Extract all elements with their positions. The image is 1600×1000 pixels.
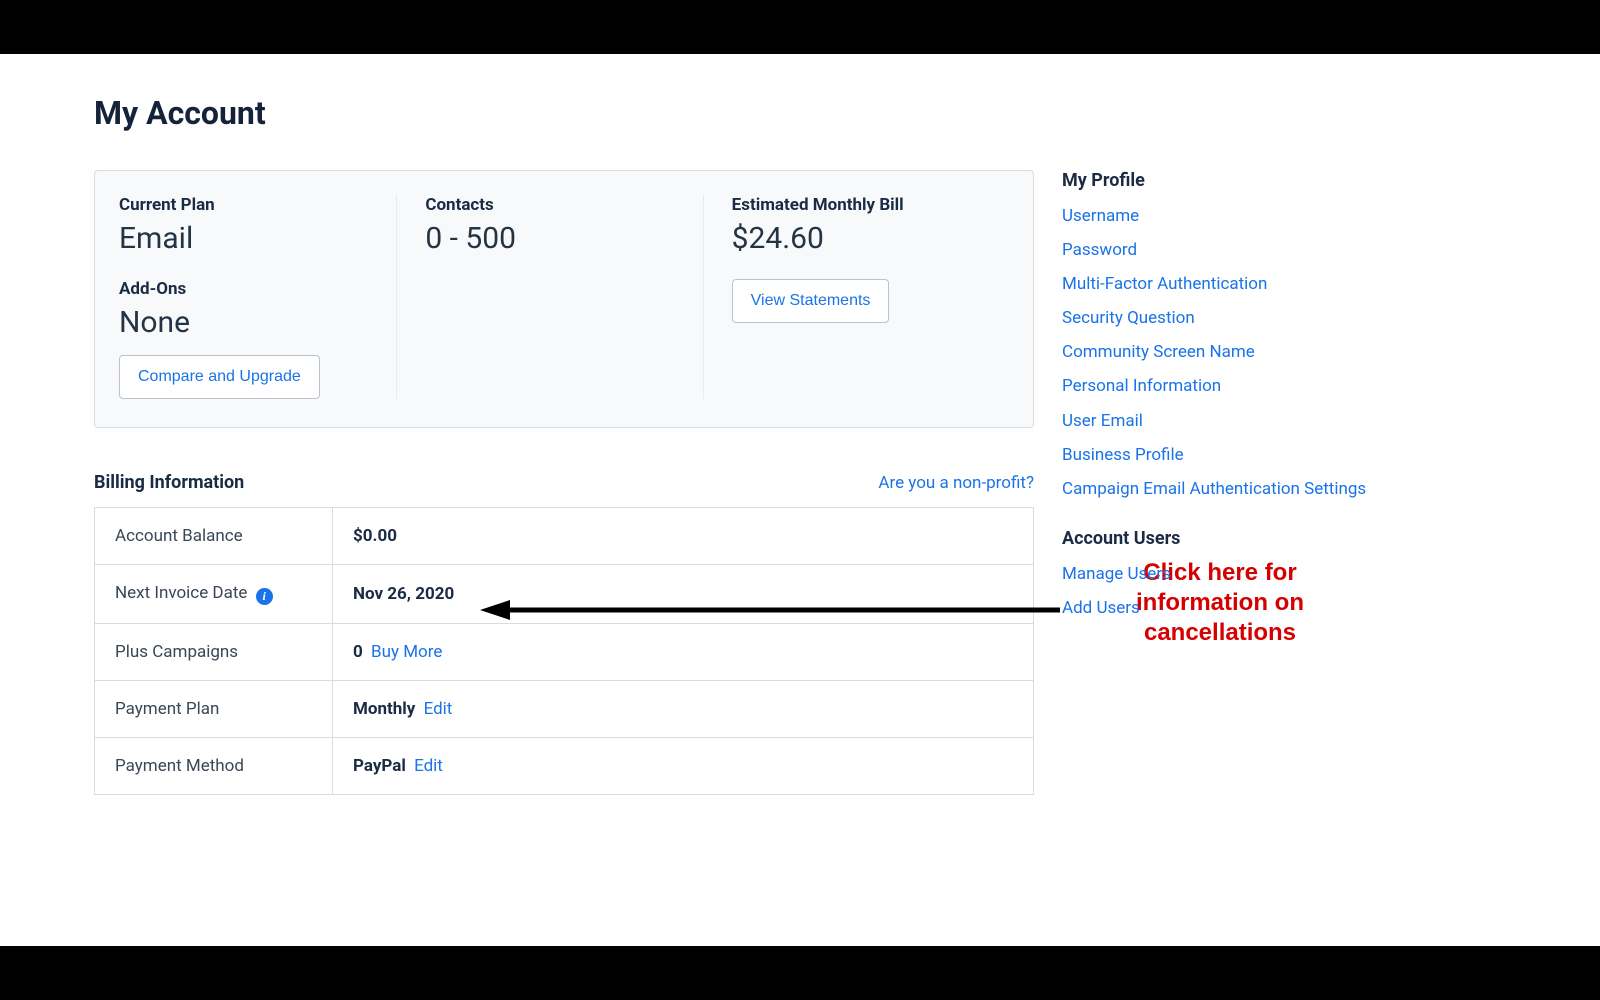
side-column: My Profile Username Password Multi-Facto… [1062, 170, 1506, 647]
link-security-question[interactable]: Security Question [1062, 307, 1506, 329]
users-heading: Account Users [1062, 528, 1506, 549]
profile-links: Username Password Multi-Factor Authentic… [1062, 205, 1506, 500]
link-mfa[interactable]: Multi-Factor Authentication [1062, 273, 1506, 295]
payment-plan-edit-link[interactable]: Edit [424, 699, 453, 719]
billing-heading: Billing Information [94, 472, 244, 493]
compare-upgrade-button[interactable]: Compare and Upgrade [119, 355, 320, 399]
row-payment-method: Payment Method PayPal Edit [95, 738, 1034, 795]
plus-campaigns-label: Plus Campaigns [95, 624, 333, 681]
row-account-balance: Account Balance $0.00 [95, 508, 1034, 565]
profile-section: My Profile Username Password Multi-Facto… [1062, 170, 1506, 500]
page-container: My Account Current Plan Email Add-Ons No… [0, 54, 1600, 946]
link-username[interactable]: Username [1062, 205, 1506, 227]
current-plan-label: Current Plan [119, 195, 376, 215]
row-plus-campaigns: Plus Campaigns 0 Buy More [95, 624, 1034, 681]
row-next-invoice: Next Invoice Date i Nov 26, 2020 [95, 565, 1034, 624]
link-manage-users[interactable]: Manage Users [1062, 563, 1506, 585]
payment-plan-label: Payment Plan [95, 681, 333, 738]
billing-table: Account Balance $0.00 Next Invoice Date … [94, 507, 1034, 795]
main-column: Current Plan Email Add-Ons None Compare … [94, 170, 1034, 795]
view-statements-button[interactable]: View Statements [732, 279, 890, 323]
link-password[interactable]: Password [1062, 239, 1506, 261]
contacts-col: Contacts 0 - 500 [396, 195, 702, 399]
addons-value: None [119, 305, 376, 341]
bill-col: Estimated Monthly Bill $24.60 View State… [703, 195, 1009, 399]
link-screen-name[interactable]: Community Screen Name [1062, 341, 1506, 363]
users-section: Account Users Manage Users Add Users [1062, 528, 1506, 619]
link-user-email[interactable]: User Email [1062, 410, 1506, 432]
bill-label: Estimated Monthly Bill [732, 195, 989, 215]
account-balance-label: Account Balance [95, 508, 333, 565]
account-balance-value: $0.00 [333, 508, 1034, 565]
payment-method-edit-link[interactable]: Edit [414, 756, 443, 776]
next-invoice-value: Nov 26, 2020 [333, 565, 1034, 624]
link-campaign-auth[interactable]: Campaign Email Authentication Settings [1062, 478, 1506, 500]
profile-heading: My Profile [1062, 170, 1506, 191]
payment-method-label: Payment Method [95, 738, 333, 795]
contacts-value: 0 - 500 [425, 221, 682, 257]
plan-col: Current Plan Email Add-Ons None Compare … [119, 195, 396, 399]
plus-campaigns-value: 0 [353, 642, 363, 662]
plus-campaigns-value-cell: 0 Buy More [333, 624, 1034, 681]
letterbox-bottom [0, 946, 1600, 1000]
buy-more-link[interactable]: Buy More [371, 642, 442, 662]
columns: Current Plan Email Add-Ons None Compare … [94, 170, 1506, 795]
payment-plan-value-cell: Monthly Edit [333, 681, 1034, 738]
bill-value: $24.60 [732, 221, 989, 257]
users-links: Manage Users Add Users [1062, 563, 1506, 619]
link-personal-info[interactable]: Personal Information [1062, 375, 1506, 397]
addons-label: Add-Ons [119, 279, 376, 299]
contacts-label: Contacts [425, 195, 682, 215]
link-add-users[interactable]: Add Users [1062, 597, 1506, 619]
payment-method-value: PayPal [353, 756, 406, 776]
next-invoice-label-text: Next Invoice Date [115, 583, 247, 603]
page-title: My Account [94, 94, 1506, 132]
plan-summary-card: Current Plan Email Add-Ons None Compare … [94, 170, 1034, 428]
row-payment-plan: Payment Plan Monthly Edit [95, 681, 1034, 738]
payment-plan-value: Monthly [353, 699, 415, 719]
current-plan-value: Email [119, 221, 376, 257]
next-invoice-label: Next Invoice Date i [95, 565, 333, 624]
payment-method-value-cell: PayPal Edit [333, 738, 1034, 795]
letterbox-top [0, 0, 1600, 54]
link-business-profile[interactable]: Business Profile [1062, 444, 1506, 466]
billing-section-header: Billing Information Are you a non-profit… [94, 472, 1034, 493]
nonprofit-link[interactable]: Are you a non-profit? [878, 473, 1034, 493]
info-icon[interactable]: i [256, 588, 273, 605]
